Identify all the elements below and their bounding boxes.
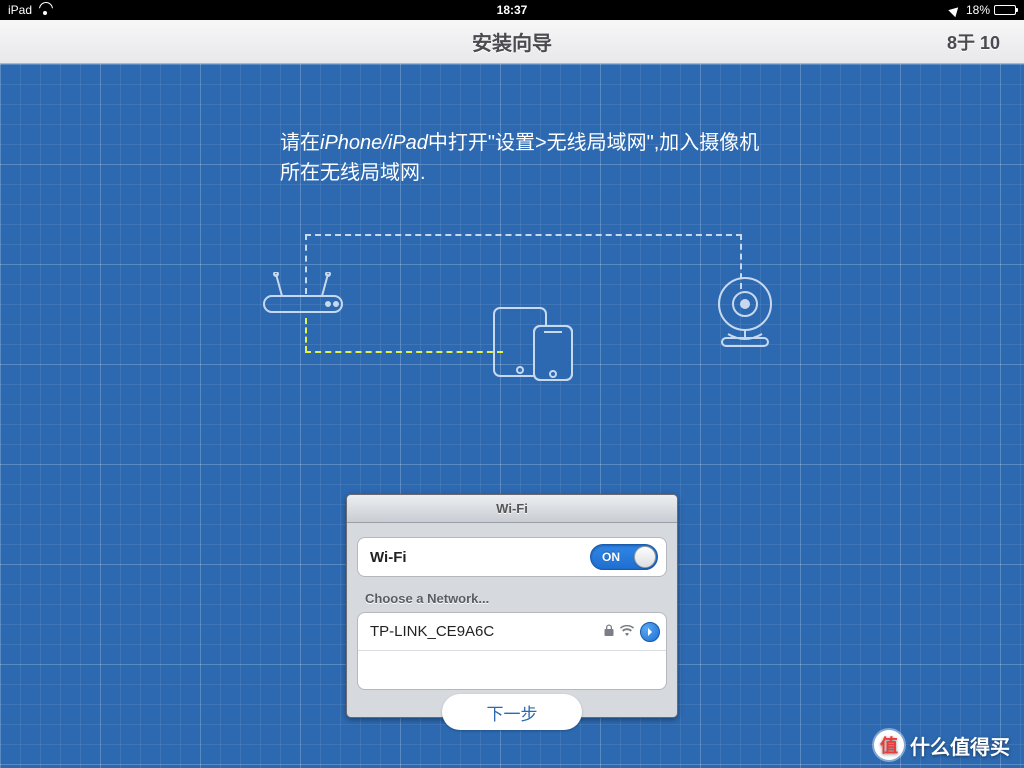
page-title: 安装向导	[472, 27, 552, 56]
network-list: TP-LINK_CE9A6C	[357, 612, 667, 690]
lock-icon	[604, 624, 614, 639]
location-icon	[948, 3, 961, 16]
content-area: 请在iPhone/iPad中打开"设置>无线局域网",加入摄像机所在无线局域网.	[0, 64, 1024, 768]
battery-icon	[994, 5, 1016, 15]
wifi-toggle-row[interactable]: Wi-Fi ON	[357, 537, 667, 577]
choose-network-label: Choose a Network...	[365, 591, 667, 606]
network-ssid: TP-LINK_CE9A6C	[370, 623, 494, 640]
wifi-toggle[interactable]: ON	[590, 544, 658, 570]
status-bar: iPad 18:37 18%	[0, 0, 1024, 20]
signal-icon	[620, 624, 634, 639]
watermark: 值 什么值得买	[874, 730, 1010, 760]
router-icon	[258, 272, 348, 327]
wifi-icon	[38, 5, 52, 15]
camera-icon	[710, 274, 780, 353]
status-time: 18:37	[497, 3, 528, 17]
device-label: iPad	[8, 3, 32, 17]
watermark-badge: 值	[874, 730, 904, 760]
watermark-text: 什么值得买	[910, 731, 1010, 760]
nav-bar: 安装向导 8于 10	[0, 20, 1024, 64]
network-diagram	[250, 234, 780, 404]
wifi-panel-title: Wi-Fi	[347, 495, 677, 523]
devices-icon	[490, 304, 580, 389]
network-row-empty	[358, 651, 666, 689]
instruction-text: 请在iPhone/iPad中打开"设置>无线局域网",加入摄像机所在无线局域网.	[280, 128, 760, 188]
network-row[interactable]: TP-LINK_CE9A6C	[358, 613, 666, 651]
wifi-settings-panel: Wi-Fi Wi-Fi ON Choose a Network... TP-LI…	[346, 494, 678, 718]
step-indicator: 8于 10	[947, 29, 1000, 55]
next-button[interactable]: 下一步	[442, 694, 582, 730]
network-detail-button[interactable]	[640, 622, 660, 642]
wifi-toggle-label: Wi-Fi	[370, 549, 407, 566]
battery-percent: 18%	[966, 3, 990, 17]
